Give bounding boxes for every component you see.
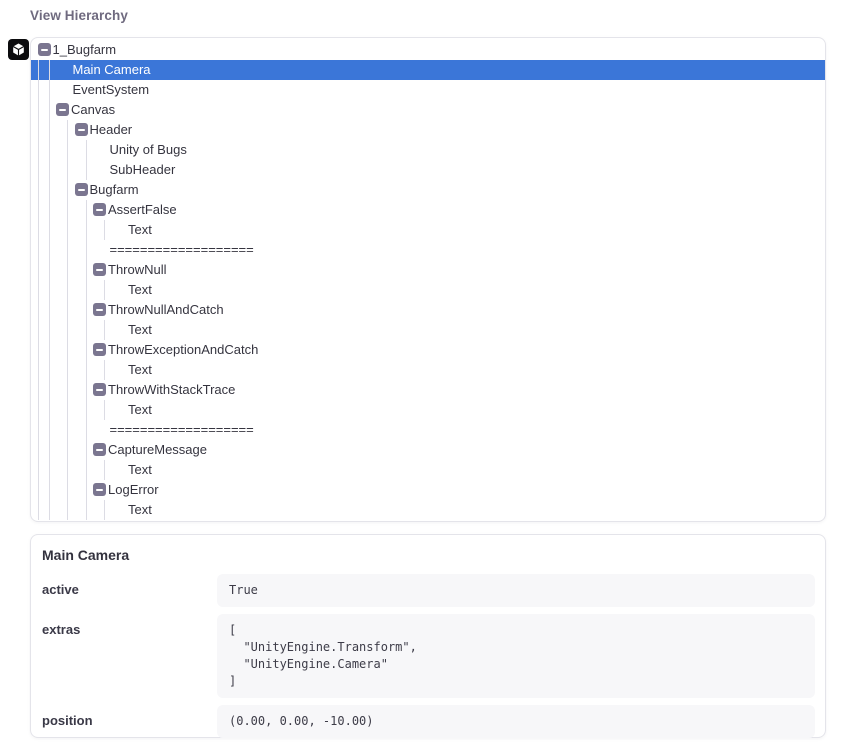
tree-item-label: Text: [128, 320, 152, 340]
detail-key: active: [41, 574, 217, 607]
minus-glyph: [96, 389, 103, 391]
tree-row[interactable]: LogError: [31, 480, 825, 500]
tree-item-label: Canvas: [71, 100, 115, 120]
detail-key: extras: [41, 614, 217, 698]
tree-row[interactable]: Text: [31, 220, 825, 240]
tree-item-label: ===================: [110, 420, 254, 440]
tree-item-label: AssertFalse: [108, 200, 177, 220]
tree-row[interactable]: Text: [31, 500, 825, 520]
detail-row: position(0.00, 0.00, -10.00): [41, 705, 815, 738]
tree-row[interactable]: SubHeader: [31, 160, 825, 180]
tree-row-separator[interactable]: ===================: [31, 240, 825, 260]
tree-item-label: ThrowNull: [108, 260, 167, 280]
tree-guide-line: [104, 220, 105, 240]
minus-glyph: [96, 209, 103, 211]
collapse-minus-icon[interactable]: [93, 443, 106, 456]
details-panel: Main Camera activeTrueextras[ "UnityEngi…: [30, 534, 826, 738]
tree-item-label: Text: [128, 500, 152, 520]
tree-guide-line: [104, 460, 105, 480]
minus-glyph: [96, 449, 103, 451]
tree-item-label: Bugfarm: [90, 180, 139, 200]
tree-row[interactable]: Bugfarm: [31, 180, 825, 200]
minus-glyph: [78, 189, 85, 191]
tree-item-label: ===================: [110, 240, 254, 260]
detail-value: [ "UnityEngine.Transform", "UnityEngine.…: [217, 614, 815, 698]
collapse-minus-icon[interactable]: [93, 203, 106, 216]
tree-row[interactable]: Header: [31, 120, 825, 140]
tree-item-label: Text: [128, 460, 152, 480]
tree-row[interactable]: Unity of Bugs: [31, 140, 825, 160]
tree-row[interactable]: Text: [31, 460, 825, 480]
tree-guide-line: [38, 60, 39, 520]
detail-key: position: [41, 705, 217, 738]
tree-guide-line: [67, 120, 68, 520]
minus-glyph: [78, 129, 85, 131]
tree-row[interactable]: ThrowExceptionAndCatch: [31, 340, 825, 360]
tree-row[interactable]: Text: [31, 280, 825, 300]
collapse-minus-icon[interactable]: [93, 483, 106, 496]
tree-row[interactable]: Text: [31, 400, 825, 420]
collapse-minus-icon[interactable]: [56, 103, 69, 116]
detail-value: True: [217, 574, 815, 607]
minus-glyph: [59, 109, 66, 111]
tree-row[interactable]: 1_Bugfarm: [31, 40, 825, 60]
collapse-minus-icon[interactable]: [93, 263, 106, 276]
details-title: Main Camera: [42, 547, 815, 563]
tree-item-label: Main Camera: [73, 60, 151, 80]
hierarchy-tree: 1_BugfarmMain CameraEventSystemCanvasHea…: [31, 40, 825, 520]
tree-item-label: EventSystem: [73, 80, 150, 100]
tree-row[interactable]: Text: [31, 360, 825, 380]
tree-guide-line: [104, 360, 105, 380]
hierarchy-tree-panel: 1_BugfarmMain CameraEventSystemCanvasHea…: [30, 37, 826, 522]
unity-logo-icon: [8, 39, 29, 60]
tree-item-label: 1_Bugfarm: [53, 40, 117, 60]
details-rows: activeTrueextras[ "UnityEngine.Transform…: [41, 574, 815, 738]
tree-item-label: CaptureMessage: [108, 440, 207, 460]
tree-guide-line: [104, 500, 105, 520]
tree-item-label: Header: [90, 120, 133, 140]
tree-row[interactable]: AssertFalse: [31, 200, 825, 220]
collapse-minus-icon[interactable]: [38, 43, 51, 56]
tree-guide-line: [49, 60, 50, 520]
tree-item-label: Text: [128, 220, 152, 240]
tree-item-label: LogError: [108, 480, 159, 500]
minus-glyph: [96, 349, 103, 351]
detail-row: extras[ "UnityEngine.Transform", "UnityE…: [41, 614, 815, 698]
tree-item-label: ThrowWithStackTrace: [108, 380, 235, 400]
tree-guide-line: [104, 400, 105, 420]
tree-guide-line: [104, 320, 105, 340]
tree-row[interactable]: Text: [31, 320, 825, 340]
tree-guide-line: [86, 140, 87, 180]
tree-item-label: Text: [128, 280, 152, 300]
tree-row[interactable]: ThrowNullAndCatch: [31, 300, 825, 320]
collapse-minus-icon[interactable]: [93, 383, 106, 396]
tree-row[interactable]: Main Camera: [31, 60, 825, 80]
minus-glyph: [41, 49, 48, 51]
unity-cube-glyph: [11, 42, 26, 57]
collapse-minus-icon[interactable]: [93, 303, 106, 316]
tree-row-separator[interactable]: ===================: [31, 420, 825, 440]
tree-item-label: Text: [128, 400, 152, 420]
collapse-minus-icon[interactable]: [75, 183, 88, 196]
tree-item-label: Text: [128, 360, 152, 380]
tree-row[interactable]: CaptureMessage: [31, 440, 825, 460]
tree-item-label: SubHeader: [110, 160, 176, 180]
tree-item-label: Unity of Bugs: [110, 140, 187, 160]
minus-glyph: [96, 269, 103, 271]
tree-guide-line: [86, 200, 87, 520]
collapse-minus-icon[interactable]: [93, 343, 106, 356]
tree-row[interactable]: Canvas: [31, 100, 825, 120]
tree-row[interactable]: EventSystem: [31, 80, 825, 100]
collapse-minus-icon[interactable]: [75, 123, 88, 136]
page-title: View Hierarchy: [30, 8, 128, 23]
minus-glyph: [96, 489, 103, 491]
tree-guide-line: [104, 280, 105, 300]
tree-item-label: ThrowExceptionAndCatch: [108, 340, 258, 360]
tree-row[interactable]: ThrowNull: [31, 260, 825, 280]
tree-row[interactable]: ThrowWithStackTrace: [31, 380, 825, 400]
tree-item-label: ThrowNullAndCatch: [108, 300, 224, 320]
detail-row: activeTrue: [41, 574, 815, 607]
detail-value: (0.00, 0.00, -10.00): [217, 705, 815, 738]
minus-glyph: [96, 309, 103, 311]
